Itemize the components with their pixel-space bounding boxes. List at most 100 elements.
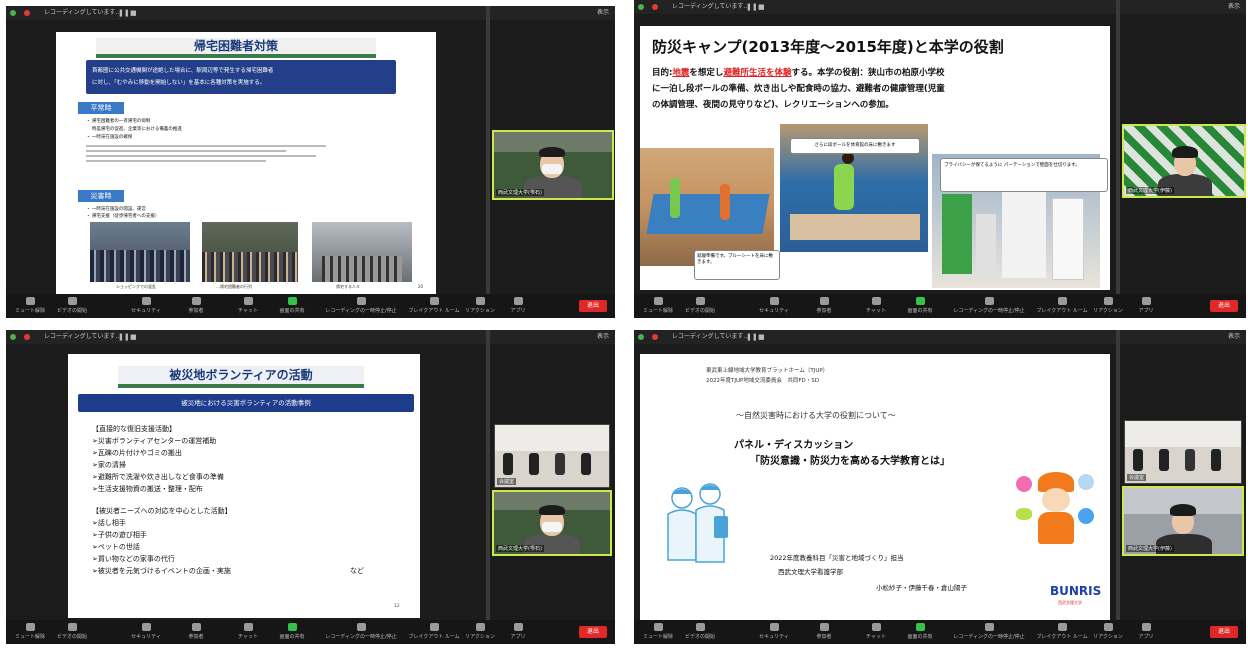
share-screen-button[interactable]: 画面の共有 (270, 296, 314, 314)
pause-icon[interactable]: ❚❚ (118, 6, 130, 20)
view-button[interactable]: 表示 (1228, 0, 1240, 14)
leave-button[interactable]: 退出 (1210, 626, 1238, 638)
record-dot-icon (652, 334, 658, 340)
participants-button[interactable]: 参加者 (802, 296, 846, 314)
smile-icon (475, 297, 485, 305)
breakout-rooms-button[interactable]: ブレイクアウト ルーム (406, 296, 462, 314)
security-button[interactable]: セキュリティ (124, 622, 168, 640)
section-disaster-label: 災害時 (78, 190, 124, 202)
video-tile-speaker[interactable]: 西武文理大学(伊藤) (1122, 486, 1244, 556)
participants-button[interactable]: 参加者 (174, 296, 218, 314)
chat-button[interactable]: チャット (226, 296, 270, 314)
stop-icon[interactable]: ■ (758, 0, 765, 14)
normal-line-2: 時差帰宅の促進、企業等における備蓄の推進 (86, 127, 182, 132)
chat-button[interactable]: チャット (854, 296, 898, 314)
purpose-line-2: に一泊し段ボールの準備、炊き出しや配食時の協力、避難者の健康管理(児童 (652, 84, 945, 94)
slide-subtitle: 被災地における災害ボランティアの活動事例 (78, 394, 414, 412)
video-button[interactable]: ビデオの開始 (50, 622, 94, 640)
pause-icon[interactable]: ❚❚ (746, 330, 758, 344)
video-button[interactable]: ビデオの開始 (678, 622, 722, 640)
video-button[interactable]: ビデオの開始 (678, 296, 722, 314)
recording-pause-button[interactable]: レコーディングの一時停止/停止 (316, 622, 406, 640)
split-handle[interactable] (1116, 0, 1120, 294)
mascot-bubble-icon (1016, 508, 1032, 520)
status-dot-icon (638, 4, 644, 10)
zoom-window-4: レコーディングしています… ❚❚ ■ 表示 東武東上線地域大学教育プラットホーム… (634, 330, 1246, 644)
photo-caption-2: …帰宅困難者の行列 (216, 284, 252, 289)
video-button[interactable]: ビデオの開始 (50, 296, 94, 314)
leave-button[interactable]: 退出 (579, 626, 607, 638)
recording-pause-button[interactable]: レコーディングの一時停止/停止 (316, 296, 406, 314)
apps-button[interactable]: アプリ (1124, 622, 1168, 640)
stop-icon[interactable]: ■ (758, 330, 765, 344)
recording-pause-button[interactable]: レコーディングの一時停止/停止 (944, 622, 1034, 640)
participants-button[interactable]: 参加者 (174, 622, 218, 640)
security-button[interactable]: セキュリティ (752, 622, 796, 640)
pause-icon[interactable]: ❚❚ (118, 330, 130, 344)
panel-discussion-heading: パネル・ディスカッション (734, 440, 854, 451)
share-screen-button[interactable]: 画面の共有 (898, 296, 942, 314)
view-button[interactable]: 表示 (1228, 330, 1240, 344)
leave-button[interactable]: 退出 (579, 300, 607, 312)
share-screen-button[interactable]: 画面の共有 (898, 622, 942, 640)
view-button[interactable]: 表示 (597, 6, 609, 20)
security-button[interactable]: セキュリティ (752, 296, 796, 314)
caption-1: さらに段ボールを体育館の床に敷きます (790, 138, 920, 154)
participants-button[interactable]: 参加者 (802, 622, 846, 640)
security-button[interactable]: セキュリティ (124, 296, 168, 314)
chat-button[interactable]: チャット (226, 622, 270, 640)
recording-pause-button[interactable]: レコーディングの一時停止/停止 (944, 296, 1034, 314)
people-icon (191, 297, 201, 305)
breakout-rooms-button[interactable]: ブレイクアウト ルーム (1034, 622, 1090, 640)
video-tile-room[interactable]: 会議室 (1124, 420, 1242, 484)
microphone-icon (653, 297, 663, 305)
view-button[interactable]: 表示 (597, 330, 609, 344)
people-icon (819, 623, 829, 631)
split-handle[interactable] (1116, 330, 1120, 620)
group1-item-2: ➢瓦礫の片付けやゴミの搬出 (92, 449, 182, 457)
slide-title: 被災地ボランティアの活動 (118, 366, 364, 388)
stop-icon[interactable]: ■ (130, 330, 137, 344)
apps-icon (513, 623, 523, 631)
window-titlebar: レコーディングしています… ❚❚ ■ 表示 (6, 6, 615, 20)
record-icon (984, 623, 994, 631)
breakout-rooms-button[interactable]: ブレイクアウト ルーム (406, 622, 462, 640)
breakout-rooms-button[interactable]: ブレイクアウト ルーム (1034, 296, 1090, 314)
video-tile-speaker[interactable]: 西武文理大学(雫石) (492, 130, 614, 200)
chat-button[interactable]: チャット (854, 622, 898, 640)
video-participant-name: 西武文理大学(雫石) (496, 545, 544, 552)
video-participant-name: 西武文理大学(雫石) (496, 189, 544, 196)
photo-caption-3: 帰宅する人々 (336, 284, 360, 289)
stop-icon[interactable]: ■ (130, 6, 137, 20)
apps-icon (1141, 297, 1151, 305)
video-tile-speaker[interactable]: 西武文理大学(伊藤) (1122, 124, 1246, 198)
window-titlebar: レコーディングしています… ❚❚ ■ 表示 (634, 0, 1246, 14)
pause-icon[interactable]: ❚❚ (746, 0, 758, 14)
normal-detail-lines (86, 142, 336, 172)
intro-text-2: に対し、「むやみに移動を開始しない」を基本に各種対策を実施する。 (92, 80, 266, 86)
mute-button[interactable]: ミュート解除 (8, 622, 52, 640)
split-handle[interactable] (486, 330, 490, 620)
split-handle[interactable] (486, 6, 490, 294)
record-dot-icon (652, 4, 658, 10)
window-title: レコーディングしています… (44, 9, 122, 16)
mute-button[interactable]: ミュート解除 (636, 296, 680, 314)
course-text: 2022年度教養科目「災害と地域づくり」担当 (770, 554, 904, 562)
intro-text-1: 首都圏に公共交通機関が途絶した場合に、駅周辺等で発生する帰宅困難者 (92, 68, 274, 74)
chat-icon (871, 623, 881, 631)
video-tile-room[interactable]: 会議室 (494, 424, 610, 488)
microphone-icon (25, 623, 35, 631)
window-title: レコーディングしています… (672, 3, 750, 10)
mute-button[interactable]: ミュート解除 (636, 622, 680, 640)
apps-button[interactable]: アプリ (496, 622, 540, 640)
intro-box: 首都圏に公共交通機関が途絶した場合に、駅周辺等で発生する帰宅困難者 に対し、「む… (86, 60, 396, 94)
leave-button[interactable]: 退出 (1210, 300, 1238, 312)
video-tile-speaker[interactable]: 西武文理大学(雫石) (492, 490, 612, 556)
apps-button[interactable]: アプリ (1124, 296, 1168, 314)
shield-icon (769, 297, 779, 305)
presenter-names: 小松紗子・伊藤千春・倉山陽子 (876, 584, 967, 592)
share-screen-button[interactable]: 画面の共有 (270, 622, 314, 640)
meeting-toolbar: ミュート解除 ビデオの開始 セキュリティ 参加者 チャット 画面の共有 レコーデ… (6, 294, 615, 318)
mute-button[interactable]: ミュート解除 (8, 296, 52, 314)
apps-button[interactable]: アプリ (496, 296, 540, 314)
